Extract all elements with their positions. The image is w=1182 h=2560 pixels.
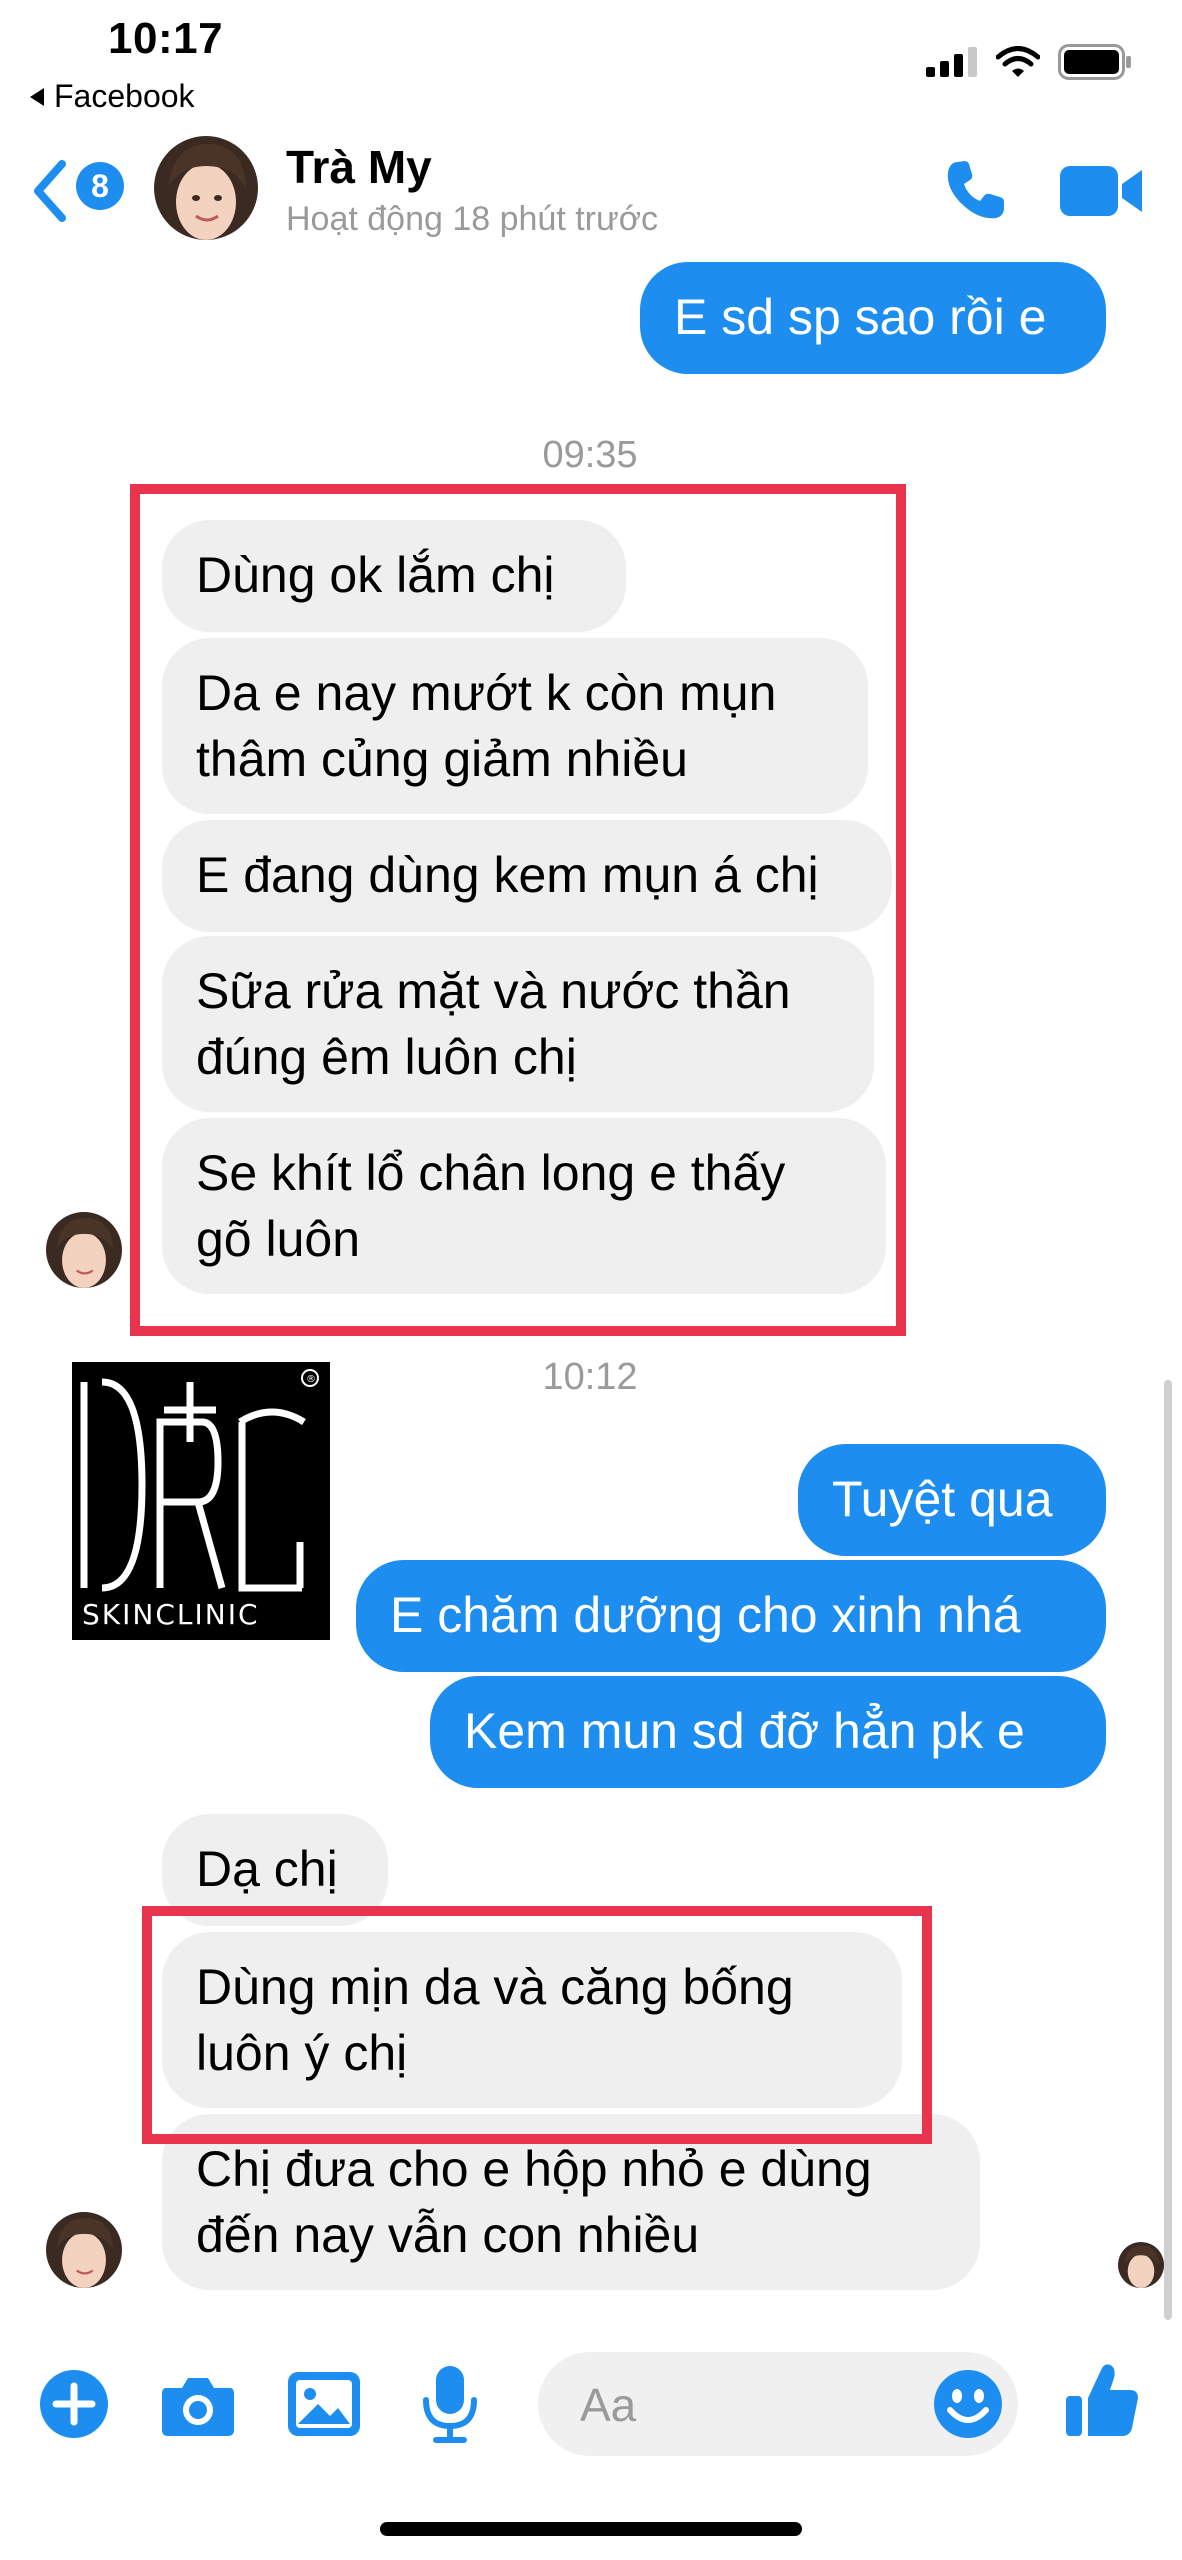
message-input[interactable]: Aa [538,2352,1018,2456]
message-bubble-incoming[interactable]: Se khít lổ chân long e thấy gõ luôn [162,1118,886,1294]
timestamp: 09:35 [542,434,638,476]
logo-subtitle: SKINCLINIC [82,1598,260,1631]
home-indicator[interactable] [380,2522,802,2536]
highlight-box [142,1906,932,2144]
gallery-button[interactable] [286,2370,362,2443]
message-bubble-outgoing[interactable]: E chăm dưỡng cho xinh nhá [356,1560,1106,1672]
back-triangle-icon [30,87,44,106]
message-text-line: Chị đưa cho e hộp nhỏ e dùng [196,2141,872,2197]
message-text: Kem mun sd đỡ hẳn pk e [464,1703,1025,1759]
message-text-line: đúng êm luôn chị [196,1029,577,1085]
contact-name[interactable]: Trà My [286,140,432,194]
emoji-icon[interactable] [932,2368,1004,2440]
message-text-line: Da e nay mướt k còn mụn [196,665,777,721]
message-text: Dùng ok lắm chị [196,547,555,603]
like-button[interactable] [1064,2360,1140,2443]
more-actions-button[interactable] [38,2368,110,2445]
message-text-line: thâm củng giảm nhiều [196,731,688,787]
back-to-app-link[interactable]: Facebook [30,78,195,115]
contact-avatar-small[interactable] [46,1212,122,1288]
plus-icon [40,2370,108,2438]
registered-mark: ® [306,1374,316,1385]
message-composer: Aa [0,2320,1182,2480]
message-text-line: Se khít lổ chân long e thấy [196,1145,786,1201]
thumbs-up-icon [1066,2364,1138,2436]
conversation-header: 8 Trà My Hoạt động 18 phút trước [0,120,1182,250]
message-bubble-outgoing[interactable]: Kem mun sd đỡ hẳn pk e [430,1676,1106,1788]
voice-call-button[interactable] [940,156,1010,226]
camera-icon [162,2378,234,2436]
seen-receipt-avatar [1118,2242,1164,2288]
status-time: 10:17 [108,14,224,63]
message-text-line: gõ luôn [196,1211,361,1267]
message-text: Dạ chị [196,1841,338,1897]
message-text: E sd sp sao rồi e [674,289,1047,345]
message-text: E đang dùng kem mụn á chị [196,847,819,903]
message-text: Tuyệt qua [832,1471,1053,1527]
message-bubble-incoming[interactable]: Sữa rửa mặt và nước thần đúng êm luôn ch… [162,936,874,1112]
message-bubble-outgoing[interactable]: E sd sp sao rồi e [640,262,1106,374]
battery-icon [1058,44,1131,80]
video-camera-icon [1060,166,1142,216]
back-button[interactable]: 8 [30,156,130,226]
scroll-indicator[interactable] [1164,1380,1172,2320]
message-bubble-incoming[interactable]: Dùng ok lắm chị [162,520,626,632]
message-bubble-incoming[interactable]: Da e nay mướt k còn mụn thâm củng giảm n… [162,638,868,814]
phone-icon [947,161,1004,219]
unread-badge: 8 [76,162,124,210]
status-icons [926,44,1134,80]
message-input-placeholder: Aa [580,2379,637,2431]
contact-avatar-small[interactable] [46,2212,122,2288]
contact-active-status: Hoạt động 18 phút trước [286,200,659,238]
wifi-icon [996,46,1040,77]
back-app-label: Facebook [54,78,195,114]
message-bubble-outgoing[interactable]: Tuyệt qua [798,1444,1106,1556]
signal-icon [926,47,977,77]
message-bubble-incoming[interactable]: E đang dùng kem mụn á chị [162,820,892,932]
timestamp: 10:12 [542,1356,638,1398]
clinic-logo: ® SKINCLINIC [72,1362,330,1640]
message-text: E chăm dưỡng cho xinh nhá [390,1587,1021,1643]
message-text-line: Sữa rửa mặt và nước thần [196,963,791,1019]
contact-avatar[interactable] [154,136,258,240]
microphone-icon [423,2366,477,2443]
camera-button[interactable] [160,2372,236,2443]
message-text-line: đến nay vẫn con nhiều [196,2207,700,2263]
video-call-button[interactable] [1058,160,1144,222]
voice-message-button[interactable] [420,2364,480,2449]
image-icon [288,2372,360,2436]
back-chevron-icon [34,160,66,222]
